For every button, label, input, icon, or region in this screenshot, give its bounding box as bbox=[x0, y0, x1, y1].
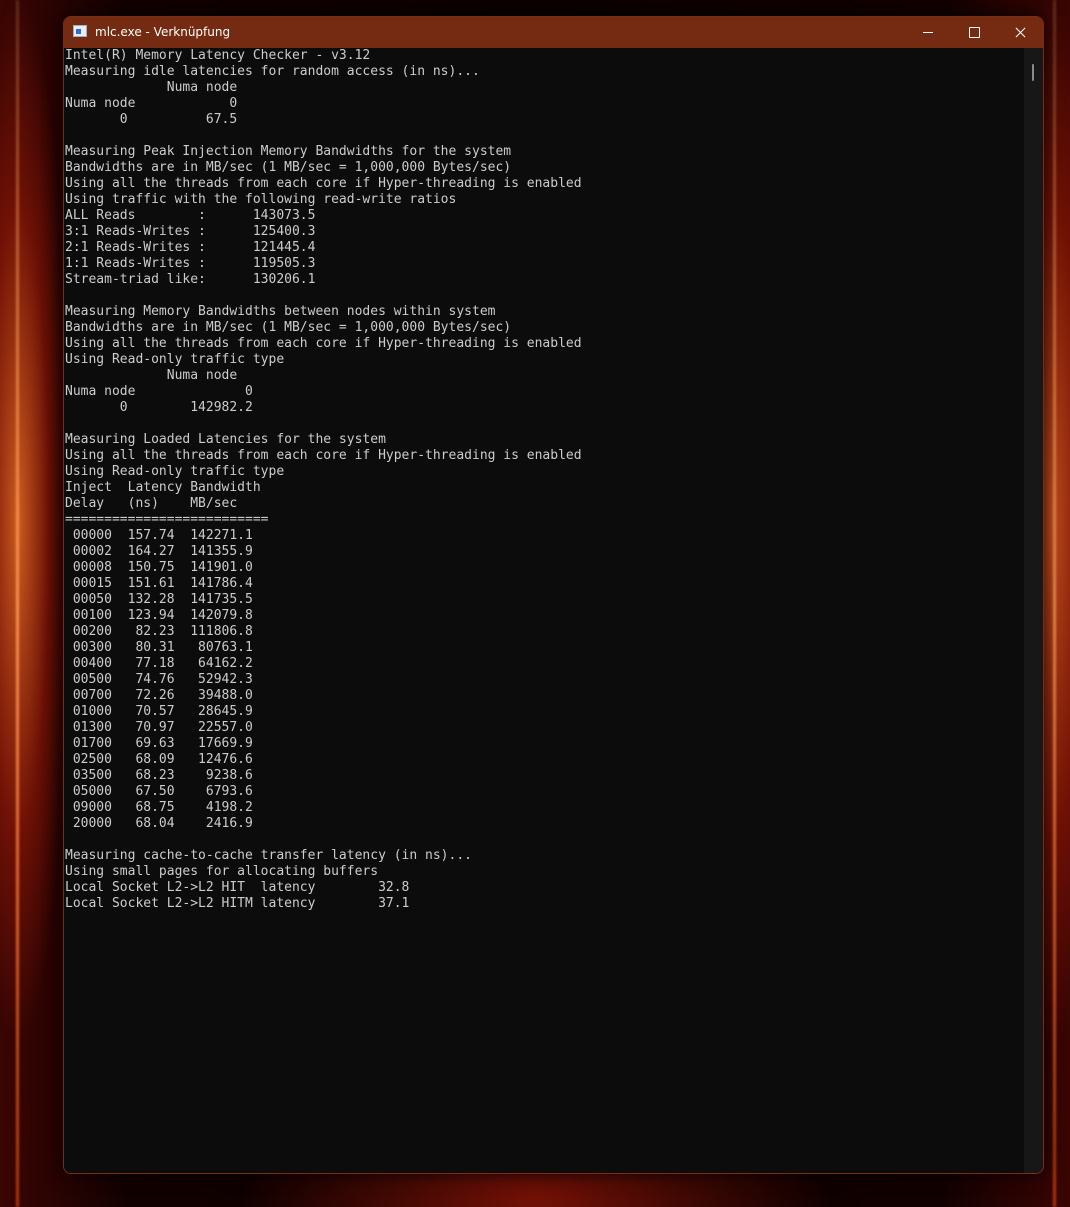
console-line: 2:1 Reads-Writes : 121445.4 bbox=[65, 240, 316, 255]
title-bar[interactable]: mlc.exe - Verknüpfung bbox=[64, 17, 1043, 48]
console-line: 00300 80.31 80763.1 bbox=[65, 640, 253, 655]
console-line: Measuring idle latencies for random acce… bbox=[65, 64, 480, 79]
console-line: Measuring Loaded Latencies for the syste… bbox=[65, 432, 386, 447]
console-window[interactable]: mlc.exe - Verknüpfung Intel(R) Memory La… bbox=[63, 16, 1044, 1174]
console-line: Numa node 0 bbox=[65, 96, 238, 111]
console-line: Using Read-only traffic type bbox=[65, 352, 285, 367]
wallpaper-glow-left bbox=[16, 0, 19, 1207]
console-app-icon[interactable] bbox=[73, 25, 87, 37]
console-line: Using all the threads from each core if … bbox=[65, 448, 582, 463]
close-button[interactable] bbox=[997, 17, 1043, 48]
console-line: Using Read-only traffic type bbox=[65, 464, 285, 479]
wallpaper-glow-right bbox=[1053, 0, 1056, 1207]
console-line: Numa node 0 bbox=[65, 384, 253, 399]
console-line: Inject Latency Bandwidth bbox=[65, 480, 261, 495]
console-line: Using all the threads from each core if … bbox=[65, 176, 582, 191]
console-line: 01000 70.57 28645.9 bbox=[65, 704, 253, 719]
console-line: Local Socket L2->L2 HITM latency 37.1 bbox=[65, 896, 410, 911]
console-line: 01300 70.97 22557.0 bbox=[65, 720, 253, 735]
console-line: 00100 123.94 142079.8 bbox=[65, 608, 253, 623]
console-line: 02500 68.09 12476.6 bbox=[65, 752, 253, 767]
console-line: 00400 77.18 64162.2 bbox=[65, 656, 253, 671]
console-line: Numa node bbox=[65, 368, 238, 383]
console-line: Intel(R) Memory Latency Checker - v3.12 bbox=[65, 48, 371, 63]
console-line: Stream-triad like: 130206.1 bbox=[65, 272, 316, 287]
console-line: Numa node bbox=[65, 80, 238, 95]
console-line: Using traffic with the following read-wr… bbox=[65, 192, 457, 207]
console-line: 0 142982.2 bbox=[65, 400, 253, 415]
console-line: Using small pages for allocating buffers bbox=[65, 864, 379, 879]
console-line: 05000 67.50 6793.6 bbox=[65, 784, 253, 799]
console-line: 1:1 Reads-Writes : 119505.3 bbox=[65, 256, 316, 271]
console-output[interactable]: Intel(R) Memory Latency Checker - v3.12 M… bbox=[64, 48, 1024, 1173]
console-line: Local Socket L2->L2 HIT latency 32.8 bbox=[65, 880, 410, 895]
console-line: 00200 82.23 111806.8 bbox=[65, 624, 253, 639]
maximize-icon bbox=[969, 27, 980, 38]
scrollbar-thumb[interactable] bbox=[1032, 64, 1034, 81]
console-line: Measuring Memory Bandwidths between node… bbox=[65, 304, 496, 319]
window-title: mlc.exe - Verknüpfung bbox=[95, 25, 231, 39]
console-line: ALL Reads : 143073.5 bbox=[65, 208, 316, 223]
console-line: Measuring cache-to-cache transfer latenc… bbox=[65, 848, 472, 863]
console-line: 20000 68.04 2416.9 bbox=[65, 816, 253, 831]
console-line: 00008 150.75 141901.0 bbox=[65, 560, 253, 575]
minimize-icon bbox=[923, 32, 933, 33]
console-line: 00015 151.61 141786.4 bbox=[65, 576, 253, 591]
console-line: Bandwidths are in MB/sec (1 MB/sec = 1,0… bbox=[65, 160, 512, 175]
console-line: Measuring Peak Injection Memory Bandwidt… bbox=[65, 144, 512, 159]
maximize-button[interactable] bbox=[951, 17, 997, 48]
console-line: 09000 68.75 4198.2 bbox=[65, 800, 253, 815]
console-line: Delay (ns) MB/sec bbox=[65, 496, 238, 511]
console-line: 00050 132.28 141735.5 bbox=[65, 592, 253, 607]
vertical-scrollbar[interactable] bbox=[1024, 48, 1043, 1173]
console-line: 0 67.5 bbox=[65, 112, 238, 127]
console-line: 00500 74.76 52942.3 bbox=[65, 672, 253, 687]
console-line: 00002 164.27 141355.9 bbox=[65, 544, 253, 559]
console-line: 00700 72.26 39488.0 bbox=[65, 688, 253, 703]
console-line: 03500 68.23 9238.6 bbox=[65, 768, 253, 783]
console-line: 00000 157.74 142271.1 bbox=[65, 528, 253, 543]
console-line: ========================== bbox=[65, 512, 269, 527]
minimize-button[interactable] bbox=[905, 17, 951, 48]
console-line: Using all the threads from each core if … bbox=[65, 336, 582, 351]
console-line: 3:1 Reads-Writes : 125400.3 bbox=[65, 224, 316, 239]
console-line: 01700 69.63 17669.9 bbox=[65, 736, 253, 751]
console-line: Bandwidths are in MB/sec (1 MB/sec = 1,0… bbox=[65, 320, 512, 335]
